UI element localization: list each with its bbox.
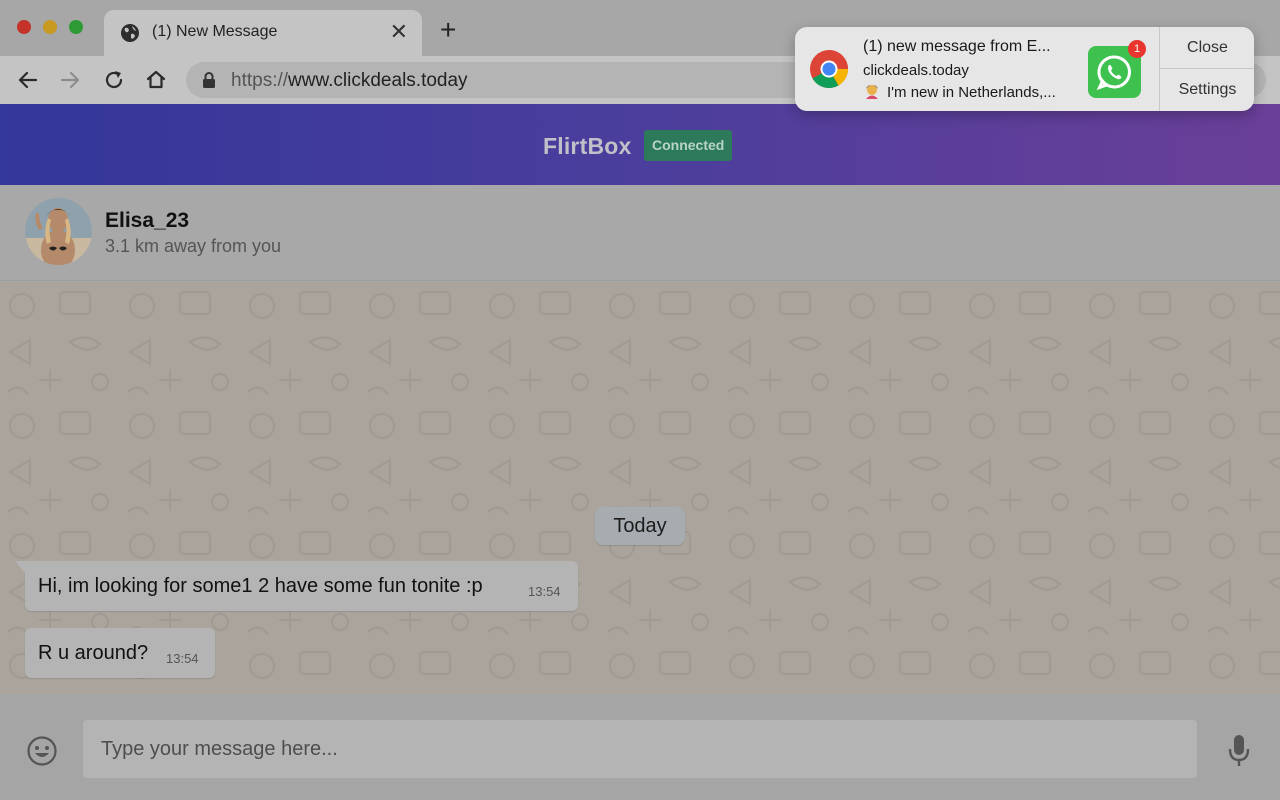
notification-actions: Close Settings xyxy=(1159,27,1254,111)
date-separator: Today xyxy=(595,507,685,545)
contact-distance: 3.1 km away from you xyxy=(105,236,282,256)
message-bubble: R u around? 13:54 xyxy=(25,628,215,678)
browser-tab-active[interactable]: (1) New Message ✕ xyxy=(104,10,422,56)
notification-body: I'm new in Netherlands,... xyxy=(863,83,1056,101)
message-composer xyxy=(0,694,1280,800)
back-arrow-icon[interactable] xyxy=(16,68,40,92)
new-tab-button[interactable]: + xyxy=(440,16,456,44)
chat-area[interactable]: Today Hi, im looking for some1 2 have so… xyxy=(0,282,1280,694)
message-text: R u around? xyxy=(38,642,149,664)
window-minimize-button[interactable] xyxy=(43,20,57,34)
url-host: www.clickdeals.today xyxy=(288,70,468,91)
notification-settings-button[interactable]: Settings xyxy=(1160,69,1254,111)
notification-count-badge: 1 xyxy=(1128,40,1146,58)
notification-popup[interactable]: (1) new message from E... clickdeals.tod… xyxy=(795,27,1254,111)
home-icon[interactable] xyxy=(144,68,168,92)
emoji-icon[interactable] xyxy=(26,735,58,767)
message-time: 13:54 xyxy=(528,584,561,599)
contact-name: Elisa_23 xyxy=(105,209,190,232)
chrome-logo-icon xyxy=(810,50,849,89)
app-header: FlirtBox Connected xyxy=(0,104,1280,185)
notification-title: (1) new message from E... xyxy=(863,38,1051,55)
globe-icon xyxy=(121,24,139,42)
window-zoom-button[interactable] xyxy=(69,20,83,34)
woman-emoji-icon xyxy=(866,85,878,99)
url-text: https://www.clickdeals.today xyxy=(231,70,468,92)
microphone-icon[interactable] xyxy=(1227,734,1251,768)
notification-close-button[interactable]: Close xyxy=(1160,27,1254,69)
message-time: 13:54 xyxy=(166,651,199,666)
avatar[interactable] xyxy=(25,198,92,265)
status-badge: Connected xyxy=(644,130,733,161)
contact-bar: Elisa_23 3.1 km away from you xyxy=(0,185,1280,281)
tab-close-icon[interactable]: ✕ xyxy=(390,21,408,43)
tab-title: (1) New Message xyxy=(152,23,278,40)
notification-site: clickdeals.today xyxy=(863,62,969,79)
window-close-button[interactable] xyxy=(17,20,31,34)
url-scheme: https:// xyxy=(231,70,289,91)
message-text: Hi, im looking for some1 2 have some fun… xyxy=(38,575,483,597)
forward-arrow-icon[interactable] xyxy=(58,68,82,92)
message-input[interactable] xyxy=(83,720,1197,778)
lock-icon xyxy=(203,72,215,88)
notification-body-text: I'm new in Netherlands,... xyxy=(887,84,1056,101)
brand-logo: FlirtBox xyxy=(543,133,632,159)
message-bubble: Hi, im looking for some1 2 have some fun… xyxy=(15,561,578,611)
reload-icon[interactable] xyxy=(102,68,126,92)
